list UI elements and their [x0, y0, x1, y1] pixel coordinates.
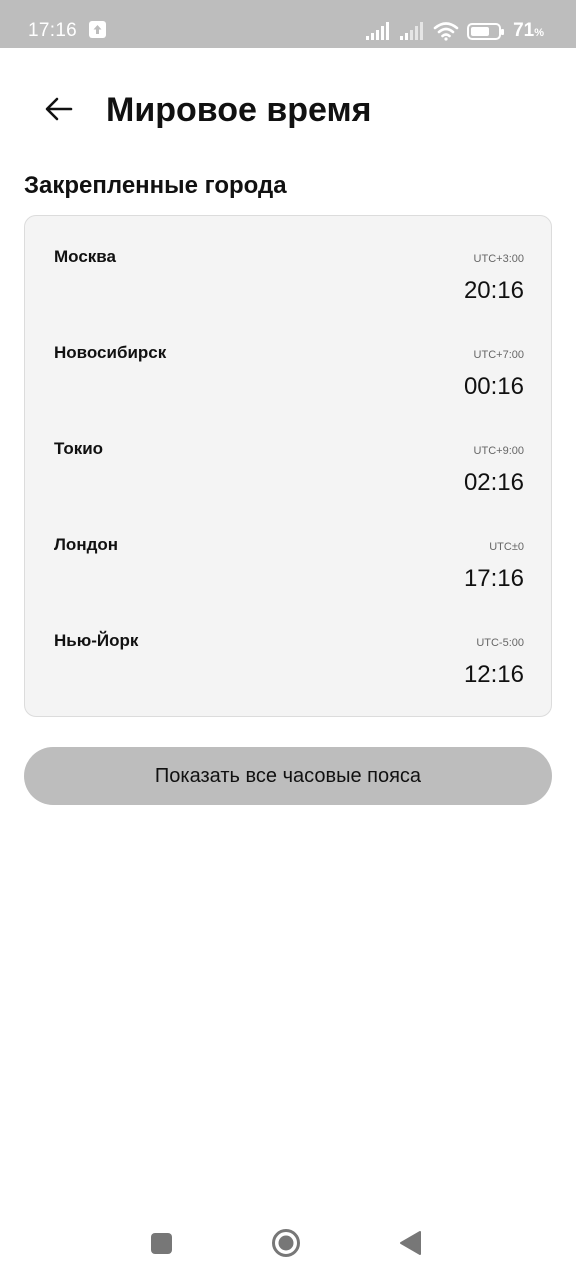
city-utc-offset: UTC+3:00 [473, 253, 524, 265]
pinned-cities-card: Москва UTC+3:00 20:16 Новосибирск UTC+7:… [24, 215, 552, 717]
home-circle-icon[interactable] [271, 1228, 301, 1258]
city-utc-offset: UTC±0 [489, 541, 524, 553]
wifi-icon [433, 22, 459, 41]
city-time: 20:16 [463, 277, 524, 304]
status-time: 17:16 [28, 20, 78, 41]
signal-icon [400, 22, 424, 40]
pinned-cities-title: Закрепленные города [24, 172, 287, 199]
city-time: 17:16 [463, 565, 524, 592]
city-time: 12:16 [463, 661, 524, 688]
city-name: Москва [54, 247, 116, 266]
city-row-novosibirsk[interactable]: Новосибирск UTC+7:00 00:16 [25, 312, 553, 408]
city-row-moscow[interactable]: Москва UTC+3:00 20:16 [25, 216, 553, 312]
city-time: 02:16 [463, 469, 524, 496]
city-name: Новосибирск [54, 343, 167, 362]
upload-notification-icon [89, 21, 106, 38]
battery-percent-sign: % [534, 27, 544, 39]
city-name: Нью-Йорк [54, 631, 139, 650]
city-name: Лондон [54, 535, 119, 554]
city-name: Токио [54, 439, 104, 458]
city-utc-offset: UTC-5:00 [476, 637, 524, 649]
signal-icon [366, 22, 390, 40]
page-title: Мировое время [106, 91, 372, 129]
city-time: 00:16 [463, 373, 524, 400]
city-row-new-york[interactable]: Нью-Йорк UTC-5:00 12:16 [25, 600, 553, 696]
arrow-left-icon [45, 97, 73, 121]
battery-fill [471, 26, 490, 36]
recents-square-icon[interactable] [151, 1233, 172, 1254]
back-triangle-icon[interactable] [398, 1230, 422, 1256]
city-utc-offset: UTC+7:00 [473, 349, 524, 361]
battery-icon [467, 22, 505, 40]
status-icons: 71% [365, 19, 544, 43]
battery-percent: 71% [513, 20, 544, 41]
back-button[interactable] [38, 88, 80, 130]
city-row-london[interactable]: Лондон UTC±0 17:16 [25, 504, 553, 600]
status-bar: 17:16 71% [0, 0, 576, 48]
city-row-tokyo[interactable]: Токио UTC+9:00 02:16 [25, 408, 553, 504]
show-all-time-zones-button[interactable]: Показать все часовые пояса [24, 747, 552, 805]
city-utc-offset: UTC+9:00 [473, 445, 524, 457]
